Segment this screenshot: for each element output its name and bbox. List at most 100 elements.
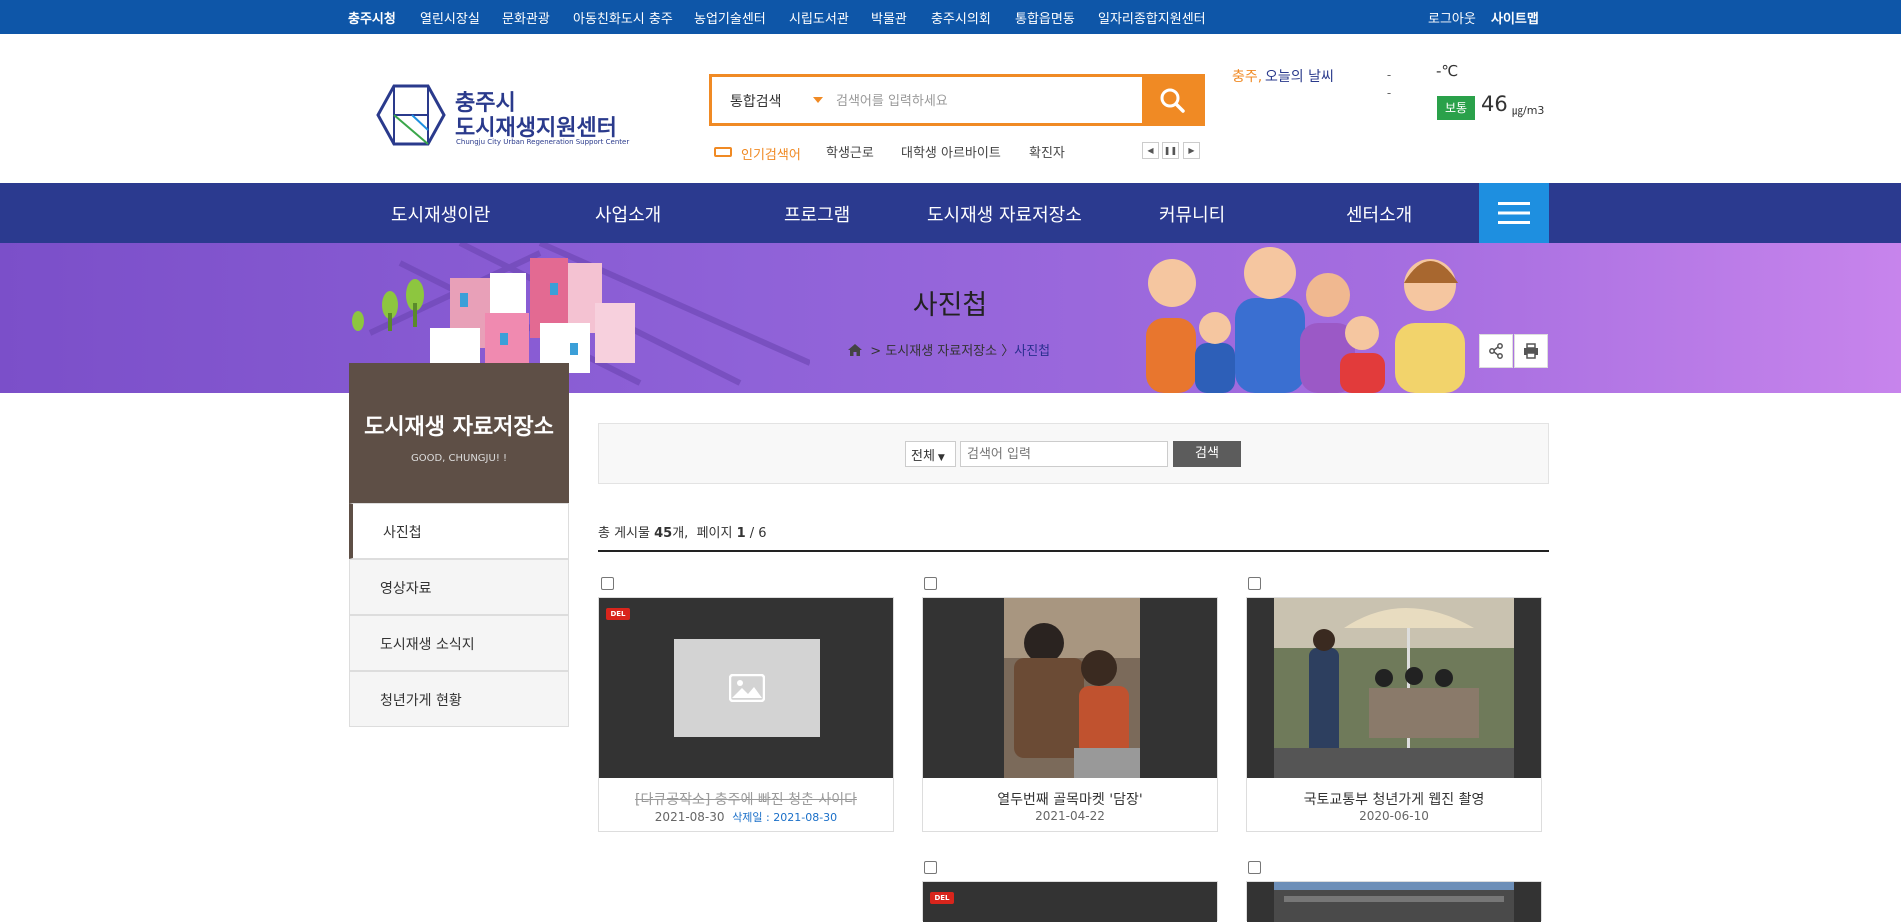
post-thumbnail[interactable]: [923, 598, 1217, 778]
placeholder-image: [674, 639, 820, 737]
post-checkbox[interactable]: [601, 577, 614, 590]
post-thumbnail[interactable]: [1247, 598, 1541, 778]
all-menu-button[interactable]: [1479, 183, 1549, 243]
search-icon: [1160, 88, 1185, 113]
post-thumbnail[interactable]: DEL: [923, 882, 1217, 922]
breadcrumb-parent[interactable]: 도시재생 자료저장소: [885, 344, 997, 359]
popular-keywords-label: 인기검색어: [741, 148, 801, 163]
post-delete-date: 삭제일 : 2021-08-30: [732, 811, 838, 824]
image-placeholder-icon: [729, 674, 765, 702]
toplink-city-council[interactable]: 충주시의회: [931, 8, 991, 27]
post-count-prefix: 총 게시물: [598, 526, 650, 541]
post-title[interactable]: [다큐공작소] 충주에 빠진 청춘 사이다: [599, 789, 893, 809]
side-menu-title: 도시재생 자료저장소: [364, 415, 554, 440]
building-photo: [1274, 882, 1514, 922]
home-icon[interactable]: [848, 344, 862, 356]
post-checkbox[interactable]: [1248, 577, 1261, 590]
weather-image-caption: -: [1386, 86, 1392, 100]
post-title[interactable]: 열두번째 골목마켓 '담장': [923, 789, 1217, 809]
prev-keyword-button[interactable]: ◀: [1142, 142, 1159, 159]
post-count-info: 총 게시물 45개, 페이지 1 / 6: [598, 522, 767, 541]
gallery-card[interactable]: 열두번째 골목마켓 '담장' 2021-04-22: [922, 597, 1218, 832]
toplink-museum[interactable]: 박물관: [871, 8, 907, 27]
toplink-culture-tour[interactable]: 문화관광: [502, 8, 550, 27]
side-menu-item-photo-album[interactable]: 사진첩: [349, 503, 569, 559]
dust-unit: ㎍/m3: [1512, 104, 1545, 117]
gallery-card[interactable]: DEL: [922, 881, 1218, 922]
search-input[interactable]: [834, 89, 1134, 113]
gallery-card[interactable]: 국토교통부 청년가게 웹진 촬영 2020-06-10: [1246, 597, 1542, 832]
board-search-button[interactable]: 검색: [1173, 441, 1241, 467]
breadcrumb-separator-icon: >: [866, 344, 886, 359]
search-button[interactable]: [1142, 77, 1202, 123]
post-date: 2021-08-30: [654, 810, 725, 824]
board-search-scope-value: 전체: [911, 449, 935, 464]
post-title[interactable]: 국토교통부 청년가게 웹진 촬영: [1247, 789, 1541, 809]
gallery-card[interactable]: DEL [다큐공작소] 충주에 빠진 청춘 사이다 2021-08-30 삭제일…: [598, 597, 894, 832]
gnb-item-projects[interactable]: 사업소개: [595, 201, 661, 227]
side-menu-item-youth-shops[interactable]: 청년가게 현황: [349, 671, 569, 727]
gnb-item-center[interactable]: 센터소개: [1346, 201, 1412, 227]
market-photo: [1004, 598, 1140, 778]
deleted-badge: DEL: [930, 892, 954, 904]
popular-keyword[interactable]: 학생근로: [826, 142, 874, 161]
post-checkbox[interactable]: [1248, 861, 1261, 874]
gnb-item-community[interactable]: 커뮤니티: [1159, 201, 1225, 227]
share-button[interactable]: [1479, 334, 1513, 368]
side-menu-subtitle: GOOD, CHUNGJU! !: [410, 453, 508, 464]
toplink-open-mayor[interactable]: 열린시장실: [420, 8, 480, 27]
post-date: 2020-06-10: [1359, 809, 1429, 823]
print-button[interactable]: [1514, 334, 1548, 368]
post-checkbox[interactable]: [924, 861, 937, 874]
gnb-item-programs[interactable]: 프로그램: [784, 201, 850, 227]
family-illustration: [1146, 247, 1465, 393]
pause-keyword-button[interactable]: ❚❚: [1162, 142, 1179, 159]
logout-link[interactable]: 로그아웃: [1428, 8, 1476, 27]
board-search-input[interactable]: [960, 441, 1168, 467]
weather-city: 충주,: [1232, 69, 1263, 85]
toplink-agri-center[interactable]: 농업기술센터: [694, 8, 766, 27]
deleted-badge: DEL: [606, 608, 630, 620]
toplink-chungju-city[interactable]: 충주시청: [348, 8, 396, 27]
chevron-down-icon: ▼: [937, 453, 945, 463]
toplink-child-friendly[interactable]: 아동친화도시 충주: [573, 8, 673, 27]
page-total: / 6: [749, 526, 767, 541]
post-count-value: 45: [654, 526, 673, 541]
integrated-search-box: 통합검색: [709, 74, 1205, 126]
popular-keyword[interactable]: 확진자: [1029, 142, 1065, 161]
weather-temperature: -℃: [1436, 62, 1459, 80]
toplink-town-offices[interactable]: 통합읍면동: [1015, 8, 1075, 27]
next-keyword-button[interactable]: ▶: [1183, 142, 1200, 159]
board-search-scope-select[interactable]: 전체 ▼: [905, 441, 956, 467]
side-menu-item-newsletter[interactable]: 도시재생 소식지: [349, 615, 569, 671]
gallery-card[interactable]: [1246, 881, 1542, 922]
logo-subtitle: Chungju City Urban Regeneration Support …: [456, 138, 630, 146]
side-menu-item-video[interactable]: 영상자료: [349, 559, 569, 615]
toplink-job-center[interactable]: 일자리종합지원센터: [1098, 8, 1206, 27]
main-navigation: 도시재생이란 사업소개 프로그램 도시재생 자료저장소 커뮤니티 센터소개: [0, 183, 1901, 243]
post-thumbnail[interactable]: DEL: [599, 598, 893, 778]
post-date: 2021-04-22: [1035, 809, 1105, 823]
top-utility-bar: 충주시청 열린시장실 문화관광 아동친화도시 충주 농업기술센터 시립도서관 박…: [0, 0, 1901, 34]
toplink-library[interactable]: 시립도서관: [789, 8, 849, 27]
search-scope-select[interactable]: 통합검색: [730, 91, 782, 111]
side-menu-header: 도시재생 자료저장소 GOOD, CHUNGJU! !: [349, 363, 569, 503]
weather-label: 오늘의 날씨: [1265, 69, 1334, 85]
gnb-item-archive[interactable]: 도시재생 자료저장소: [927, 201, 1082, 227]
page-current: 1: [736, 526, 746, 541]
print-icon: [1524, 343, 1538, 359]
page-prefix: 페이지: [696, 526, 733, 541]
post-thumbnail[interactable]: [1247, 882, 1541, 922]
popular-keyword[interactable]: 대학생 아르바이트: [901, 142, 1001, 161]
dust-grade-badge: 보통: [1437, 96, 1475, 120]
logo-icon[interactable]: [376, 84, 446, 146]
sitemap-link[interactable]: 사이트맵: [1491, 8, 1539, 27]
breadcrumb: > 도시재생 자료저장소 〉사진첩: [848, 340, 1050, 359]
gnb-item-about-regeneration[interactable]: 도시재생이란: [391, 201, 490, 227]
hamburger-icon: [1498, 202, 1530, 224]
weather-image-alt: -: [1386, 68, 1392, 82]
post-checkbox[interactable]: [924, 577, 937, 590]
board-divider: [598, 550, 1549, 552]
chevron-down-icon[interactable]: [813, 97, 823, 103]
shop-photo: [1274, 598, 1514, 778]
